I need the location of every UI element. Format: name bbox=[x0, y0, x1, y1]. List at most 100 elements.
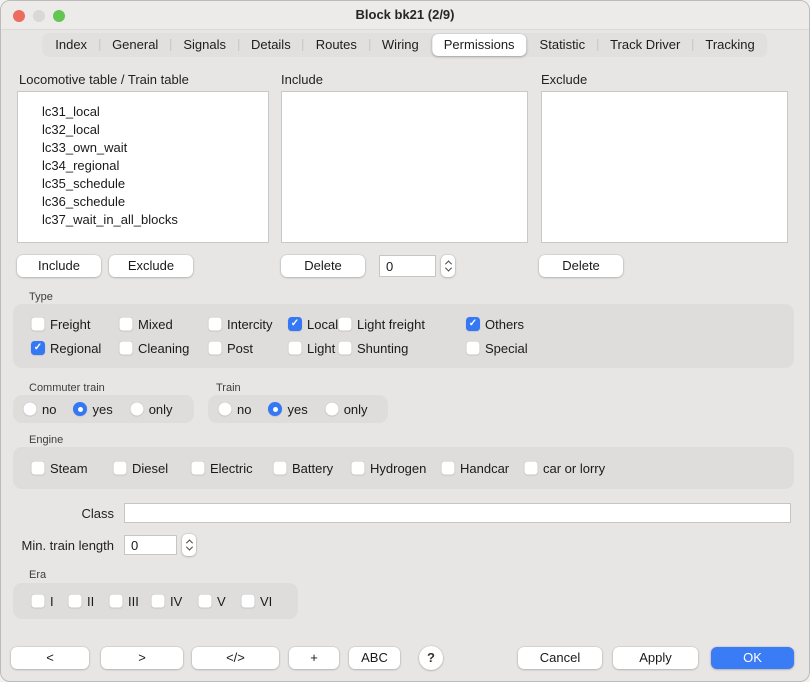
list-item[interactable]: lc32_local bbox=[42, 121, 268, 139]
commuter-train-panel: no yes only bbox=[13, 395, 194, 423]
list-item[interactable]: lc35_schedule bbox=[42, 175, 268, 193]
checkbox-battery[interactable]: Battery bbox=[273, 460, 351, 476]
tab-tracking[interactable]: Tracking bbox=[693, 34, 766, 56]
code-button[interactable]: </> bbox=[192, 647, 279, 669]
train-group-label: Train bbox=[216, 382, 241, 394]
min-train-length-spinner[interactable] bbox=[124, 535, 177, 555]
radio-icon bbox=[268, 402, 282, 416]
prev-button[interactable]: < bbox=[11, 647, 89, 669]
next-button[interactable]: > bbox=[101, 647, 183, 669]
checkbox-diesel[interactable]: Diesel bbox=[113, 460, 191, 476]
checkbox-light-freight[interactable]: Light freight bbox=[338, 316, 466, 332]
tab-details[interactable]: Details bbox=[239, 34, 303, 56]
include-list-label: Include bbox=[281, 72, 323, 87]
tab-bar: Index General Signals Details Routes Wir… bbox=[42, 33, 767, 57]
exclude-list[interactable] bbox=[541, 91, 788, 243]
add-button[interactable]: + bbox=[289, 647, 339, 669]
checkbox-era-3[interactable]: III bbox=[109, 593, 151, 609]
checkbox-era-1[interactable]: I bbox=[31, 593, 68, 609]
abc-button[interactable]: ABC bbox=[349, 647, 400, 669]
checkbox-light[interactable]: Light bbox=[288, 340, 338, 356]
checkbox-icon bbox=[338, 341, 352, 355]
checkbox-era-4[interactable]: IV bbox=[151, 593, 198, 609]
era-panel: I II III IV V VI bbox=[13, 583, 298, 619]
zoom-window-button[interactable] bbox=[53, 10, 65, 22]
tab-signals[interactable]: Signals bbox=[171, 34, 238, 56]
exclude-button[interactable]: Exclude bbox=[109, 255, 193, 277]
radio-icon bbox=[218, 402, 232, 416]
radio-icon bbox=[23, 402, 37, 416]
list-item[interactable]: lc37_wait_in_all_blocks bbox=[42, 211, 268, 229]
checkbox-icon bbox=[241, 594, 255, 608]
checkbox-electric[interactable]: Electric bbox=[191, 460, 273, 476]
radio-commuter-only[interactable]: only bbox=[130, 401, 173, 417]
checkbox-icon bbox=[466, 341, 480, 355]
list-item[interactable]: lc31_local bbox=[42, 103, 268, 121]
checkbox-era-5[interactable]: V bbox=[198, 593, 241, 609]
radio-commuter-yes[interactable]: yes bbox=[73, 401, 112, 417]
include-list[interactable] bbox=[281, 91, 528, 243]
checkbox-local[interactable]: Local bbox=[288, 316, 338, 332]
close-window-button[interactable] bbox=[13, 10, 25, 22]
include-button[interactable]: Include bbox=[17, 255, 101, 277]
tab-routes[interactable]: Routes bbox=[304, 34, 369, 56]
checkbox-era-6[interactable]: VI bbox=[241, 593, 298, 609]
tab-track-driver[interactable]: Track Driver bbox=[598, 34, 692, 56]
checkbox-mixed[interactable]: Mixed bbox=[119, 316, 208, 332]
checkbox-icon bbox=[119, 317, 133, 331]
radio-train-only[interactable]: only bbox=[325, 401, 368, 417]
minimize-window-button[interactable] bbox=[33, 10, 45, 22]
checkbox-intercity[interactable]: Intercity bbox=[208, 316, 288, 332]
class-input[interactable] bbox=[124, 503, 791, 523]
include-index-stepper[interactable] bbox=[441, 255, 455, 277]
ok-button[interactable]: OK bbox=[711, 647, 794, 669]
type-checkbox-grid: Freight Mixed Intercity Local Light frei… bbox=[13, 304, 794, 368]
tab-wiring[interactable]: Wiring bbox=[370, 34, 431, 56]
apply-button[interactable]: Apply bbox=[613, 647, 698, 669]
tab-statistic[interactable]: Statistic bbox=[528, 34, 598, 56]
stepper-down-icon[interactable] bbox=[444, 265, 451, 272]
cancel-button[interactable]: Cancel bbox=[518, 647, 602, 669]
stepper-down-icon[interactable] bbox=[185, 544, 192, 551]
radio-commuter-no[interactable]: no bbox=[23, 401, 56, 417]
window-title: Block bk21 (2/9) bbox=[1, 1, 809, 29]
checkbox-handcar[interactable]: Handcar bbox=[441, 460, 524, 476]
type-group-panel: Freight Mixed Intercity Local Light frei… bbox=[13, 304, 794, 368]
checkbox-hydrogen[interactable]: Hydrogen bbox=[351, 460, 441, 476]
checkbox-post[interactable]: Post bbox=[208, 340, 288, 356]
engine-panel: Steam Diesel Electric Battery Hydrogen H… bbox=[13, 447, 794, 489]
help-button[interactable]: ? bbox=[419, 646, 443, 670]
checkbox-icon bbox=[109, 594, 123, 608]
title-bar[interactable]: Block bk21 (2/9) bbox=[1, 1, 809, 30]
checkbox-others[interactable]: Others bbox=[466, 316, 794, 332]
radio-train-yes[interactable]: yes bbox=[268, 401, 307, 417]
checkbox-icon bbox=[119, 341, 133, 355]
checkbox-icon bbox=[31, 317, 45, 331]
list-item[interactable]: lc34_regional bbox=[42, 157, 268, 175]
checkbox-icon bbox=[524, 461, 538, 475]
commuter-radio-row: no yes only bbox=[13, 395, 194, 423]
checkbox-icon bbox=[31, 461, 45, 475]
tab-permissions[interactable]: Permissions bbox=[432, 34, 527, 56]
checkbox-icon bbox=[338, 317, 352, 331]
checkbox-icon bbox=[441, 461, 455, 475]
checkbox-freight[interactable]: Freight bbox=[31, 316, 119, 332]
checkbox-icon bbox=[31, 594, 45, 608]
tab-index[interactable]: Index bbox=[43, 34, 99, 56]
checkbox-steam[interactable]: Steam bbox=[31, 460, 113, 476]
tab-general[interactable]: General bbox=[100, 34, 170, 56]
checkbox-era-2[interactable]: II bbox=[68, 593, 109, 609]
delete-include-button[interactable]: Delete bbox=[281, 255, 365, 277]
list-item[interactable]: lc33_own_wait bbox=[42, 139, 268, 157]
delete-exclude-button[interactable]: Delete bbox=[539, 255, 623, 277]
list-item[interactable]: lc36_schedule bbox=[42, 193, 268, 211]
min-train-length-stepper[interactable] bbox=[182, 534, 196, 556]
checkbox-regional[interactable]: Regional bbox=[31, 340, 119, 356]
checkbox-special[interactable]: Special bbox=[466, 340, 794, 356]
locomotive-list[interactable]: lc31_local lc32_local lc33_own_wait lc34… bbox=[17, 91, 269, 243]
checkbox-cleaning[interactable]: Cleaning bbox=[119, 340, 208, 356]
radio-train-no[interactable]: no bbox=[218, 401, 251, 417]
checkbox-car-or-lorry[interactable]: car or lorry bbox=[524, 460, 794, 476]
checkbox-shunting[interactable]: Shunting bbox=[338, 340, 466, 356]
include-index-spinner[interactable] bbox=[379, 255, 436, 277]
